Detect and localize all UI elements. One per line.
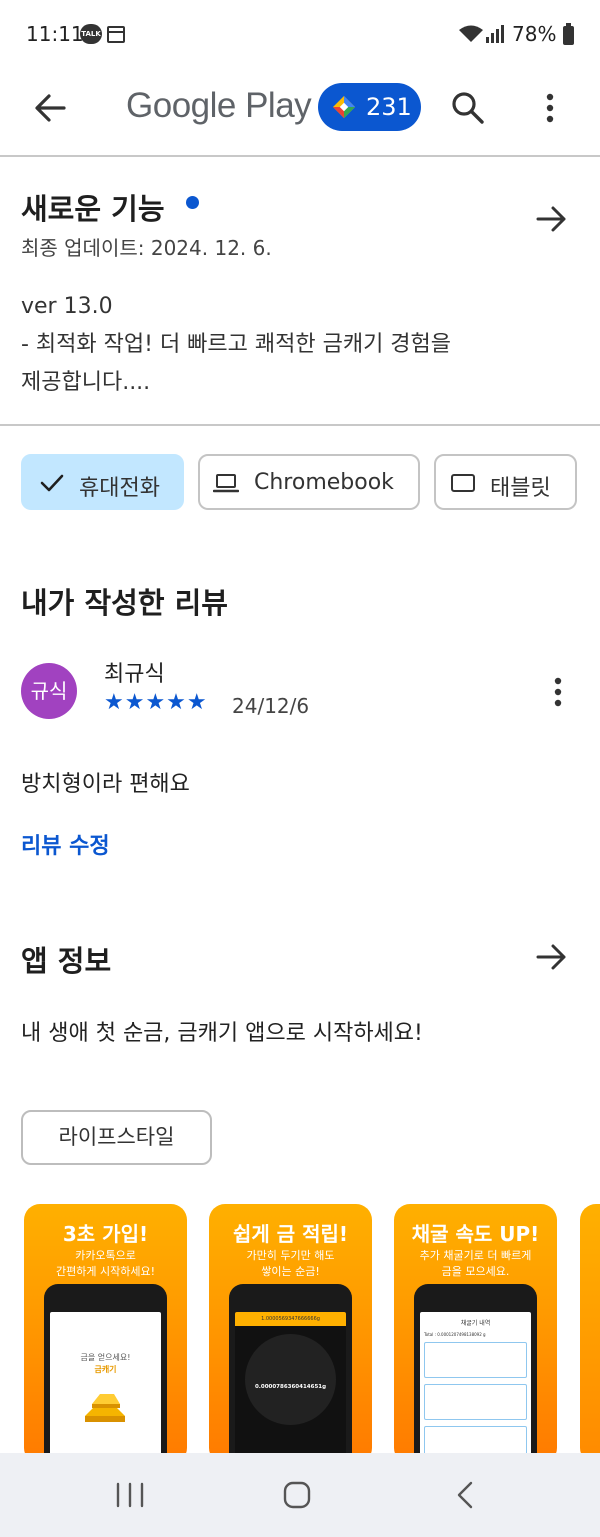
my-review-heading: 내가 작성한 리뷰 [21,586,228,620]
recent-apps-icon[interactable] [112,1479,148,1511]
arrow-right-icon[interactable] [532,200,570,238]
screen-text: 0.0000786360414651g [254,1384,327,1390]
signal-icon [486,25,504,43]
phone-screen: 1.0000569347666666g 0.0000786360414651g [235,1312,346,1464]
app-info-heading: 앱 정보 [21,944,112,978]
app-screenshot-peek[interactable] [580,1204,600,1464]
avatar: 규식 [21,663,77,719]
kakaotalk-notification-icon: TALK [80,24,102,44]
google-play-logo: Google Play [126,86,312,125]
device-chip-label: Chromebook [254,470,394,495]
search-icon[interactable] [448,88,488,128]
more-options-icon[interactable] [544,672,572,712]
review-text: 방치형이라 편해요 [21,772,190,797]
caption-line: 카카오톡으로 [75,1249,136,1262]
release-notes: ver 13.0 - 최적화 작업! 더 빠르고 쾌적한 금캐기 경험을 제공합… [21,288,541,402]
divider [0,424,600,426]
app-screenshot[interactable]: 3초 가입! 카카오톡으로 간편하게 시작하세요! 금을 얻으세요! 금캐기 [24,1204,187,1464]
caption-line: 쌓이는 순금! [261,1265,320,1278]
play-points-button[interactable]: 231 [318,83,421,131]
caption-line: 간편하게 시작하세요! [56,1265,155,1278]
phone-mockup: 1.0000569347666666g 0.0000786360414651g [229,1284,352,1464]
screenshot-caption: 카카오톡으로 간편하게 시작하세요! [24,1248,187,1280]
app-screenshot[interactable]: 쉽게 금 적립! 가만히 두기만 해도 쌓이는 순금! 1.0000569347… [209,1204,372,1464]
device-chip-chromebook[interactable]: Chromebook [198,454,420,510]
review-author: 최규식 [104,662,165,687]
screenshot-title: 쉽게 금 적립! [232,1222,349,1246]
screenshot-caption: 가만히 두기만 해도 쌓이는 순금! [209,1248,372,1280]
laptop-icon [213,474,239,493]
app-description: 내 생애 첫 순금, 금캐기 앱으로 시작하세요! [21,1021,423,1046]
phone-mockup: 채굴기 내역 Total : 0.0001207498138092 g [414,1284,537,1464]
more-options-icon[interactable] [535,88,565,128]
system-navigation-bar [0,1453,600,1537]
miner-card [424,1342,527,1378]
screen-text: Total : 0.0001207498138092 g [424,1332,486,1337]
last-updated-date: 최종 업데이트: 2024. 12. 6. [21,236,272,260]
review-date: 24/12/6 [232,694,310,718]
play-points-icon [333,96,355,118]
release-version: ver 13.0 [21,294,113,319]
caption-line: 가만히 두기만 해도 [246,1249,335,1262]
release-notes-line: - 최적화 작업! 더 빠르고 쾌적한 금캐기 경험을 [21,332,452,357]
device-chip-label: 태블릿 [490,476,551,501]
screen-text: 금캐기 [94,1365,117,1374]
calendar-notification-icon [107,26,125,43]
device-chip-label: 휴대전화 [79,476,160,501]
whats-new-title: 새로운 기능 [21,192,165,226]
caption-line: 추가 채굴기로 더 빠르게 [419,1249,532,1262]
top-app-bar: Google Play 231 [0,70,600,156]
star-rating: ★★★★★ [104,690,208,715]
category-chip[interactable]: 라이프스타일 [21,1110,212,1165]
app-screenshot[interactable]: 채굴 속도 UP! 추가 채굴기로 더 빠르게 금을 모으세요. 채굴기 내역 … [394,1204,557,1464]
gold-mine-circle [245,1334,336,1425]
phone-mockup: 금을 얻으세요! 금캐기 [44,1284,167,1464]
screen-text: 채굴기 내역 [460,1320,491,1327]
caption-line: 금을 모으세요. [441,1265,510,1278]
screenshot-title: 3초 가입! [62,1222,149,1246]
screenshot-title: 채굴 속도 UP! [411,1222,540,1246]
edit-review-link[interactable]: 리뷰 수정 [21,828,110,860]
battery-percent: 78% [512,22,557,46]
screen-text: 금을 얻으세요! [80,1353,131,1362]
gold-bars-icon [85,1394,125,1422]
release-notes-line: 제공합니다.... [21,370,151,395]
miner-card [424,1384,527,1420]
arrow-right-icon[interactable] [532,938,570,976]
screenshot-caption: 추가 채굴기로 더 빠르게 금을 모으세요. [394,1248,557,1280]
device-chip-phone[interactable]: 휴대전화 [21,454,184,510]
wifi-icon [459,25,483,42]
phone-screen: 금을 얻으세요! 금캐기 [50,1312,161,1464]
tablet-icon [451,474,475,492]
play-points-count: 231 [366,93,412,121]
screen-text: 1.0000569347666666g [235,1312,346,1326]
device-chip-tablet[interactable]: 태블릿 [434,454,577,510]
checkmark-icon [40,474,64,492]
divider [0,155,600,157]
back-icon[interactable] [453,1479,477,1511]
new-indicator-dot [186,196,199,209]
home-icon[interactable] [282,1479,312,1511]
back-arrow-icon[interactable] [30,88,70,128]
battery-icon [563,23,574,45]
status-time: 11:11 [26,22,84,46]
phone-screen: 채굴기 내역 Total : 0.0001207498138092 g [420,1312,531,1464]
status-bar: 11:11 TALK 78% [0,0,600,70]
